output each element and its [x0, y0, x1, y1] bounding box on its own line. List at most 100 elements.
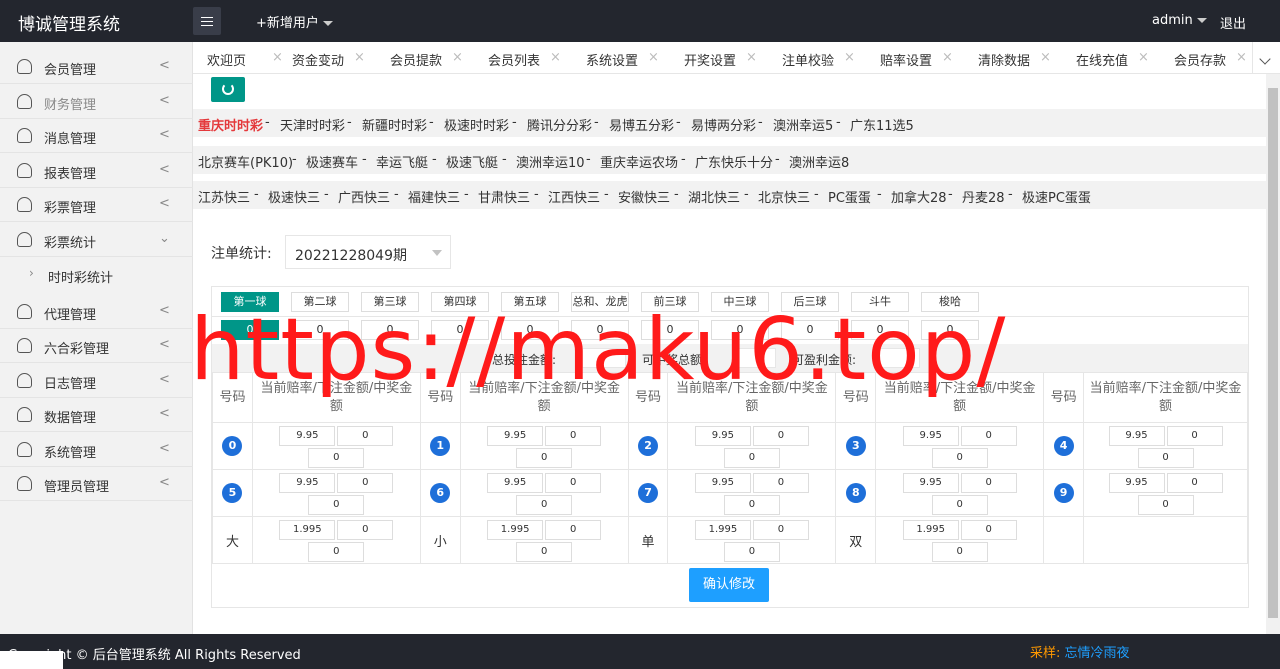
sidebar-item-system[interactable]: 系统管理 <: [0, 433, 193, 467]
lottery-link[interactable]: 易博五分彩: [609, 115, 674, 134]
lottery-link[interactable]: 丹麦28: [962, 187, 1005, 206]
sidebar-item-label: 系统管理: [44, 446, 97, 461]
odds-input[interactable]: 9.95: [1108, 473, 1165, 493]
lottery-link[interactable]: 广西快三: [338, 187, 390, 206]
close-icon[interactable]: ×: [354, 50, 365, 65]
rate-cell: [1083, 516, 1248, 564]
lottery-link[interactable]: 极速快三: [268, 187, 320, 206]
close-icon[interactable]: ×: [272, 50, 283, 65]
lottery-link[interactable]: 极速飞艇: [446, 152, 498, 171]
lottery-link[interactable]: 易博两分彩: [691, 115, 756, 134]
lottery-link[interactable]: 安徽快三: [618, 187, 670, 206]
odds-input[interactable]: 9.95: [1108, 426, 1165, 446]
lottery-link[interactable]: 极速PC蛋蛋: [1022, 187, 1091, 206]
odds-input[interactable]: 9.95: [279, 426, 336, 446]
close-icon[interactable]: ×: [452, 50, 463, 65]
lottery-link[interactable]: 腾讯分分彩: [527, 115, 592, 134]
lottery-link[interactable]: 澳洲幸运5: [773, 115, 833, 134]
table-row: 5 9.95 00 6 9.95 00 7 9.95 00 8 9.95 00 9 9.95 00: [212, 469, 1248, 517]
odds-input[interactable]: 9.95: [902, 426, 959, 446]
sidebar-item-lottery[interactable]: 彩票管理 <: [0, 188, 193, 222]
rate-inputs: 9.95 00: [1096, 471, 1236, 515]
refresh-button[interactable]: [211, 77, 245, 102]
sidebar-item-finance[interactable]: 财务管理 <: [0, 85, 193, 119]
lottery-link[interactable]: 澳洲幸运8: [789, 152, 849, 171]
number-ball: 3: [845, 436, 866, 456]
lottery-link[interactable]: 重庆幸运农场: [600, 152, 678, 171]
lottery-link[interactable]: 湖北快三: [688, 187, 740, 206]
sidebar-item-reports[interactable]: 报表管理 <: [0, 154, 193, 188]
win-amount-input: 0: [1137, 495, 1194, 515]
sidebar-item-marksix[interactable]: 六合彩管理 <: [0, 329, 193, 363]
lottery-link[interactable]: 福建快三: [408, 187, 460, 206]
lottery-link[interactable]: 澳洲幸运10: [516, 152, 585, 171]
period-select[interactable]: 20221228049期: [285, 235, 451, 269]
number-cell: 3: [835, 422, 877, 470]
lottery-link[interactable]: 重庆时时彩: [198, 115, 263, 134]
lottery-link[interactable]: 加拿大28: [891, 187, 947, 206]
menu-toggle-icon[interactable]: [193, 7, 221, 35]
odds-input[interactable]: 1.995: [694, 520, 751, 540]
sidebar-item-messages[interactable]: 消息管理 <: [0, 119, 193, 153]
source-name: 忘情冷雨夜: [1064, 646, 1130, 661]
sidebar-item-agents[interactable]: 代理管理 <: [0, 295, 193, 329]
confirm-button[interactable]: 确认修改: [689, 568, 769, 602]
odds-input[interactable]: 9.95: [487, 473, 544, 493]
tab-label: 在线充值: [1076, 54, 1129, 69]
lottery-link[interactable]: 新疆时时彩: [362, 115, 427, 134]
odds-input[interactable]: 1.995: [279, 520, 336, 540]
lottery-link[interactable]: 江苏快三: [198, 187, 250, 206]
close-icon[interactable]: ×: [550, 50, 561, 65]
lottery-link[interactable]: 江西快三: [548, 187, 600, 206]
close-icon[interactable]: ×: [1040, 50, 1051, 65]
win-amount-input: 0: [308, 495, 365, 515]
tab-label: 注单校验: [782, 54, 835, 69]
lottery-link[interactable]: 天津时时彩: [280, 115, 345, 134]
lottery-link[interactable]: 极速时时彩: [444, 115, 509, 134]
separator: -: [681, 152, 686, 167]
sidebar-item-members[interactable]: 会员管理 <: [0, 50, 193, 84]
sidebar-item-lottery-stats[interactable]: 彩票统计 ⌄: [0, 223, 193, 257]
odds-input[interactable]: 9.95: [694, 426, 751, 446]
win-amount-input: 0: [723, 448, 780, 468]
close-icon[interactable]: ×: [942, 50, 953, 65]
chevron-left-icon: <: [159, 406, 170, 421]
close-icon[interactable]: ×: [1236, 50, 1247, 65]
close-icon[interactable]: ×: [1138, 50, 1149, 65]
number-ball: 1: [430, 436, 451, 456]
odds-input[interactable]: 9.95: [487, 426, 544, 446]
rate-cell: 9.95 00: [667, 469, 837, 517]
close-icon[interactable]: ×: [844, 50, 855, 65]
tab-label: 会员提款: [390, 54, 443, 69]
odds-input[interactable]: 1.995: [487, 520, 544, 540]
sidebar-subitem-ssc-stats[interactable]: › 时时彩统计: [0, 258, 193, 292]
lottery-link[interactable]: 幸运飞艇: [376, 152, 428, 171]
sidebar-item-admins[interactable]: 管理员管理 <: [0, 467, 193, 501]
tab-more-button[interactable]: [1252, 42, 1280, 73]
odds-input[interactable]: 9.95: [279, 473, 336, 493]
lottery-link[interactable]: 广东11选5: [850, 115, 914, 134]
lottery-link[interactable]: 甘肃快三: [478, 187, 530, 206]
odds-input[interactable]: 9.95: [694, 473, 751, 493]
lottery-link[interactable]: 广东快乐十分: [695, 152, 773, 171]
user-menu[interactable]: admin: [1152, 13, 1207, 28]
lottery-link[interactable]: 北京赛车(PK10): [198, 152, 293, 171]
sidebar-item-logs[interactable]: 日志管理 <: [0, 364, 193, 398]
chevron-left-icon: <: [159, 93, 170, 108]
odds-input[interactable]: 1.995: [902, 520, 959, 540]
logout-link[interactable]: 退出: [1220, 13, 1246, 32]
lottery-link[interactable]: 北京快三: [758, 187, 810, 206]
rate-inputs: 9.95 00: [890, 471, 1030, 515]
lottery-link[interactable]: 极速赛车: [306, 152, 358, 171]
scrollbar[interactable]: [1266, 74, 1280, 634]
sidebar-item-data[interactable]: 数据管理 <: [0, 398, 193, 432]
lottery-link[interactable]: PC蛋蛋: [828, 187, 871, 206]
period-value: 20221228049期: [295, 248, 407, 264]
footer: Copyright © 后台管理系统 All Rights Reserved 采…: [0, 634, 1280, 669]
close-icon[interactable]: ×: [746, 50, 757, 65]
add-user-menu[interactable]: +新增用户: [256, 12, 333, 31]
win-amount-input: 0: [516, 448, 573, 468]
scrollbar-thumb[interactable]: [1268, 88, 1278, 618]
odds-input[interactable]: 9.95: [902, 473, 959, 493]
close-icon[interactable]: ×: [648, 50, 659, 65]
